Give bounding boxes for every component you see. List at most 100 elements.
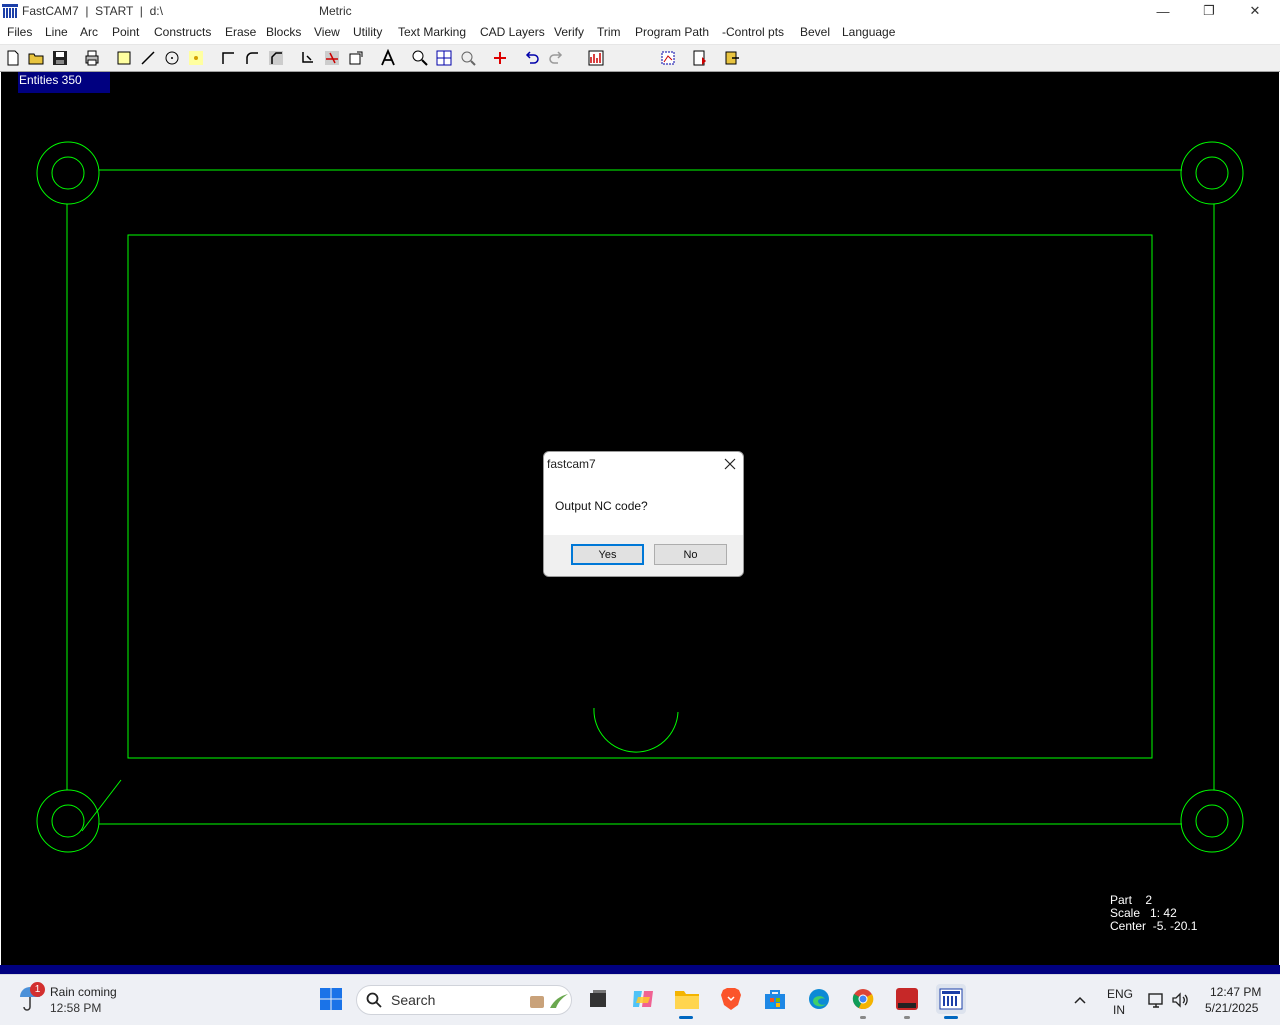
menu-point[interactable]: Point bbox=[112, 25, 139, 39]
corner-inner-circle bbox=[51, 804, 85, 838]
search-placeholder: Search bbox=[391, 992, 436, 1008]
menu-bevel[interactable]: Bevel bbox=[800, 25, 830, 39]
rectangle-icon[interactable] bbox=[113, 47, 134, 68]
toolbar bbox=[0, 45, 1280, 72]
language-region[interactable]: IN bbox=[1113, 1003, 1125, 1017]
print-icon[interactable] bbox=[81, 47, 102, 68]
copilot-icon[interactable] bbox=[628, 984, 658, 1014]
scale-value: 1: 42 bbox=[1150, 906, 1177, 920]
save-icon[interactable] bbox=[49, 47, 70, 68]
restore-button[interactable]: ❐ bbox=[1186, 0, 1232, 22]
chevron-up-icon[interactable] bbox=[1072, 992, 1088, 1008]
lead-in-line bbox=[81, 779, 122, 832]
output-nc-dialog: fastcam7 Output NC code? Yes No bbox=[543, 451, 744, 577]
status-strip bbox=[0, 965, 1280, 974]
line-icon[interactable] bbox=[137, 47, 158, 68]
yes-button[interactable]: Yes bbox=[571, 544, 644, 565]
volume-icon[interactable] bbox=[1171, 991, 1189, 1009]
menu-cad-layers[interactable]: CAD Layers bbox=[480, 25, 545, 39]
solidworks-icon[interactable] bbox=[892, 984, 922, 1014]
corner-inner-circle bbox=[51, 156, 85, 190]
center-value: -5. -20.1 bbox=[1152, 919, 1198, 933]
menu-language[interactable]: Language bbox=[842, 25, 895, 39]
unit-title: Metric bbox=[319, 4, 352, 18]
dialog-close-button[interactable] bbox=[720, 454, 740, 474]
block-icon[interactable] bbox=[345, 47, 366, 68]
windows-start-icon[interactable] bbox=[316, 984, 346, 1014]
close-button[interactable]: ✕ bbox=[1232, 0, 1278, 22]
fillet-icon[interactable] bbox=[241, 47, 262, 68]
clock-date[interactable]: 5/21/2025 bbox=[1205, 1001, 1258, 1015]
view-info: Part 2 Scale 1: 42 Center -5. -20.1 bbox=[1110, 894, 1197, 933]
circle-icon[interactable] bbox=[161, 47, 182, 68]
corner-outer-circle bbox=[36, 141, 100, 205]
zoom-all-icon[interactable] bbox=[433, 47, 454, 68]
zoom-icon[interactable] bbox=[457, 47, 478, 68]
menu-text-marking[interactable]: Text Marking bbox=[398, 25, 466, 39]
menu-control-pts[interactable]: -Control pts bbox=[722, 25, 784, 39]
corner-outer-circle bbox=[1180, 141, 1244, 205]
corner-inner-circle bbox=[1195, 156, 1229, 190]
corner-inner-circle bbox=[1195, 804, 1229, 838]
close-icon bbox=[724, 458, 736, 470]
menu-line[interactable]: Line bbox=[45, 25, 68, 39]
entities-counter: Entities 350 bbox=[18, 72, 110, 93]
language-indicator[interactable]: ENG bbox=[1107, 987, 1133, 1001]
menu-arc[interactable]: Arc bbox=[80, 25, 98, 39]
edge-icon[interactable] bbox=[804, 984, 834, 1014]
arc-cutout bbox=[593, 707, 679, 753]
menu-view[interactable]: View bbox=[314, 25, 340, 39]
nest-icon[interactable] bbox=[657, 47, 678, 68]
menu-utility[interactable]: Utility bbox=[353, 25, 382, 39]
open-folder-icon[interactable] bbox=[25, 47, 46, 68]
chrome-icon[interactable] bbox=[848, 984, 878, 1014]
running-indicator bbox=[904, 1016, 910, 1019]
text-icon[interactable] bbox=[377, 47, 398, 68]
fastcam-app-icon[interactable] bbox=[2, 3, 18, 19]
chamfer-icon[interactable] bbox=[265, 47, 286, 68]
menu-blocks[interactable]: Blocks bbox=[266, 25, 301, 39]
crosshair-icon[interactable] bbox=[489, 47, 510, 68]
ms-store-icon[interactable] bbox=[760, 984, 790, 1014]
menu-erase[interactable]: Erase bbox=[225, 25, 256, 39]
active-indicator bbox=[944, 1016, 958, 1019]
window-title: FastCAM7 | START | d:\ bbox=[22, 4, 163, 18]
dialog-title: fastcam7 bbox=[547, 457, 596, 471]
network-icon[interactable] bbox=[1147, 991, 1165, 1009]
path-icon[interactable] bbox=[297, 47, 318, 68]
point-icon[interactable] bbox=[185, 47, 206, 68]
part-value: 2 bbox=[1145, 893, 1153, 907]
weather-title[interactable]: Rain coming bbox=[50, 985, 117, 999]
center-label: Center bbox=[1110, 919, 1147, 933]
output-icon[interactable] bbox=[689, 47, 710, 68]
menu-files[interactable]: Files bbox=[7, 25, 32, 39]
clock-time[interactable]: 12:47 PM bbox=[1210, 985, 1261, 999]
cut-icon[interactable] bbox=[321, 47, 342, 68]
fastcam-icon[interactable] bbox=[936, 984, 966, 1014]
brave-icon[interactable] bbox=[716, 984, 746, 1014]
menu-program-path[interactable]: Program Path bbox=[635, 25, 709, 39]
notification-badge: 1 bbox=[30, 982, 45, 997]
search-highlight-icon bbox=[528, 988, 570, 1012]
corner-outer-circle bbox=[1180, 789, 1244, 853]
menu-bar: Files Line Arc Point Constructs Erase Bl… bbox=[0, 22, 1280, 45]
search-icon bbox=[366, 992, 382, 1008]
zoom-window-icon[interactable] bbox=[409, 47, 430, 68]
exit-icon[interactable] bbox=[721, 47, 742, 68]
new-file-icon[interactable] bbox=[2, 47, 23, 68]
report-icon[interactable] bbox=[585, 47, 606, 68]
file-explorer-icon[interactable] bbox=[672, 984, 702, 1014]
no-button[interactable]: No bbox=[654, 544, 727, 565]
title-bar bbox=[0, 0, 1280, 22]
dialog-message: Output NC code? bbox=[555, 499, 648, 513]
menu-constructs[interactable]: Constructs bbox=[154, 25, 211, 39]
task-view-icon[interactable] bbox=[583, 984, 613, 1014]
redo-icon[interactable] bbox=[545, 47, 566, 68]
running-indicator bbox=[860, 1016, 866, 1019]
corner-icon[interactable] bbox=[217, 47, 238, 68]
minimize-button[interactable]: — bbox=[1140, 0, 1186, 22]
scale-label: Scale bbox=[1110, 906, 1141, 920]
menu-trim[interactable]: Trim bbox=[597, 25, 621, 39]
menu-verify[interactable]: Verify bbox=[554, 25, 584, 39]
undo-icon[interactable] bbox=[521, 47, 542, 68]
